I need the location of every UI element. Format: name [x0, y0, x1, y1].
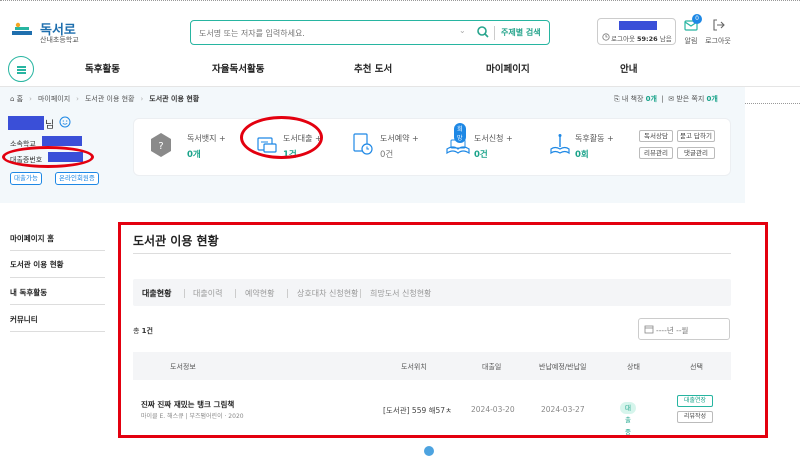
tab-reservation[interactable]: 예약현황 [245, 288, 274, 299]
col-book-info: 도서정보 [170, 363, 196, 371]
hope-badge: 희망 [454, 123, 466, 143]
quick-links: ⎘ 내 책장 0개 | ✉ 받은 쪽지 0개 [614, 95, 718, 103]
col-select: 선택 [690, 363, 703, 371]
col-location: 도서위치 [401, 363, 427, 371]
calendar-icon [644, 325, 654, 334]
counseling-button[interactable]: 독서상담 [639, 130, 673, 142]
book-title[interactable]: 진짜 진짜 재밌는 탱크 그림책 [141, 399, 234, 410]
badge-icon: ? [151, 133, 171, 157]
col-return-date: 반납예정/반납일 [539, 363, 587, 371]
user-name-redacted [619, 21, 657, 30]
highlight-ring [240, 116, 323, 159]
search-dropdown-icon[interactable]: ⌄ [459, 26, 466, 35]
scroll-top-icon[interactable] [424, 446, 434, 456]
alarm-label: 알림 [684, 37, 698, 45]
nav-reading-activity[interactable]: 독후활동 [85, 61, 120, 75]
tab-loan-history[interactable]: 대출이력 [193, 288, 222, 299]
col-loan-date: 대출일 [482, 363, 502, 371]
stat-label: 도서예약 + [380, 134, 419, 143]
stat-value: 0개 [187, 150, 201, 160]
tab-interlibrary[interactable]: 상호대차 신청현황 [297, 288, 358, 299]
month-picker-value: ----년 --월 [656, 326, 689, 335]
book-meta: 마이클 E. 해스큐 | 부즈펌어린이 · 2020 [141, 413, 244, 420]
stat-value: 0회 [575, 150, 589, 160]
alarm-count-badge: 0 [692, 14, 702, 24]
advanced-search-link[interactable]: 주제별 검색 [501, 27, 541, 38]
breadcrumb-item[interactable]: 마이페이지 [38, 95, 70, 103]
stat-label: 독후활동 + [575, 134, 614, 143]
my-bookshelf-link[interactable]: 내 책장 0개 [622, 95, 657, 103]
svg-text:?: ? [158, 141, 163, 152]
search-input[interactable] [199, 26, 439, 40]
usage-tabs: 대출현황 대출이력 예약현황 상호대차 신청현황 희망도서 신청현황 [133, 279, 731, 306]
logout-label: 로그아웃 [705, 37, 731, 45]
profile-name-suffix: 님 [45, 120, 55, 131]
nav-self-reading[interactable]: 자율독서활동 [212, 61, 264, 75]
review-manage-button[interactable]: 리뷰관리 [639, 147, 673, 159]
logout-timer: 로그아웃 59:26 남음 [611, 35, 672, 43]
col-status: 상태 [627, 363, 640, 371]
breadcrumb-item[interactable]: 도서관 이용 현황 [85, 95, 135, 103]
school-value-redacted [42, 136, 82, 146]
loan-available-button[interactable]: 대출가능 [10, 172, 42, 185]
nav-recommended-books[interactable]: 추천 도서 [354, 61, 392, 75]
tab-hope-book[interactable]: 희망도서 신청현황 [370, 288, 431, 299]
loan-date: 2024-03-20 [471, 405, 515, 414]
month-picker[interactable]: ----년 --월 [638, 318, 730, 340]
nav-guide[interactable]: 안내 [620, 61, 637, 75]
stats-card: ? 독서뱃지 + 0개 도서대출 + 1건 도서예약 + 0건 희망 도서신청 … [133, 118, 731, 176]
page-title: 도서관 이용 현황 [133, 234, 219, 248]
search-bar: ⌄ 주제별 검색 [190, 20, 550, 45]
breadcrumb-current: 도서관 이용 현황 [149, 95, 200, 103]
extend-loan-button[interactable]: 대출연장 [677, 395, 713, 407]
logout-button[interactable]: 로그아웃 [704, 16, 732, 46]
comment-manage-button[interactable]: 댓글관리 [677, 147, 715, 159]
stat-label: 독서뱃지 + [187, 134, 226, 143]
received-notes-link[interactable]: 받은 쪽지 0개 [676, 95, 718, 103]
profile-name-redacted [8, 116, 44, 130]
bookmark-icon: ⎘ [614, 95, 620, 103]
sidebar-item-library-usage[interactable]: 도서관 이용 현황 [10, 259, 110, 270]
logo-icon [12, 22, 32, 35]
qna-button[interactable]: 묻고 답하기 [677, 130, 715, 142]
breadcrumb: ⌂ 홈 › 마이페이지 › 도서관 이용 현황 › 도서관 이용 현황 [10, 95, 200, 103]
alarm-button[interactable]: 0 알림 [680, 14, 702, 46]
clock-icon [602, 33, 610, 41]
book-location: [도서관] 559 해57ㅊ [383, 406, 452, 415]
status-badge: 대출중 [620, 402, 636, 436]
online-card-button[interactable]: 온라인회원증 [55, 172, 99, 185]
stat-value: 0건 [474, 150, 488, 160]
logout-icon [712, 19, 725, 31]
home-icon[interactable]: ⌂ [10, 95, 17, 103]
write-review-button[interactable]: 리뷰작성 [677, 411, 713, 423]
tab-loan-status[interactable]: 대출현황 [142, 288, 171, 299]
logo-subtitle: 산내초등학교 [40, 36, 79, 44]
user-session-box: 로그아웃 59:26 남음 [597, 18, 676, 45]
sidebar-item-mypage-home[interactable]: 마이페이지 홈 [10, 233, 110, 244]
sidebar-item-my-activity[interactable]: 내 독후활동 [10, 287, 110, 298]
table-header: 도서정보 도서위치 대출일 반납예정/반납일 상태 선택 [133, 352, 731, 380]
stat-value: 0건 [380, 150, 394, 160]
smile-icon [59, 116, 71, 128]
search-icon[interactable] [476, 25, 490, 39]
reserve-clock-icon [353, 133, 373, 155]
menu-button[interactable] [8, 56, 34, 82]
return-date: 2024-03-27 [541, 405, 585, 414]
mail-icon: ✉ [668, 95, 675, 103]
stat-label: 도서신청 + [474, 134, 513, 143]
breadcrumb-home[interactable]: 홈 [17, 95, 23, 103]
total-count: 총 1건 [133, 327, 153, 335]
sidebar-item-community[interactable]: 커뮤니티 [10, 314, 110, 325]
highlight-ring [2, 146, 94, 168]
reading-activity-icon [550, 134, 570, 155]
nav-mypage[interactable]: 마이페이지 [486, 61, 530, 75]
